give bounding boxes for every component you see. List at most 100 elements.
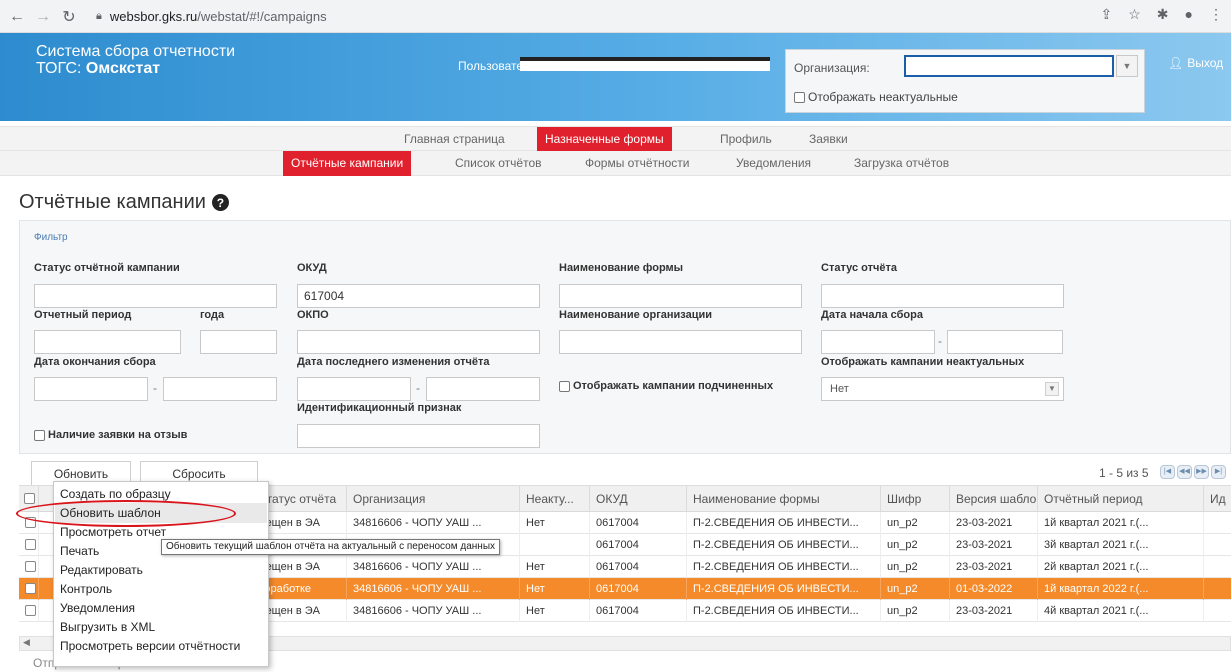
last-page-icon[interactable]: ▶| xyxy=(1211,465,1226,479)
header-col-id[interactable]: Ид xyxy=(1204,486,1231,512)
checkbox-icon[interactable] xyxy=(25,561,36,572)
checkbox-icon[interactable] xyxy=(25,605,36,616)
help-icon[interactable]: ? xyxy=(211,194,229,211)
cell-version: 01-03-2022 xyxy=(950,578,1038,600)
profile-icon[interactable]: ● xyxy=(1185,6,1193,23)
header-col-inactive[interactable]: Неакту... xyxy=(520,486,590,512)
cell-inactive xyxy=(520,534,590,556)
okpo-label: ОКПО xyxy=(297,309,329,321)
cell-inactive: Нет xyxy=(520,512,590,534)
header-col-code[interactable]: Шифр xyxy=(881,486,950,512)
end-date-from[interactable] xyxy=(34,377,148,401)
checkbox-icon[interactable] xyxy=(25,583,36,594)
row-checkbox[interactable] xyxy=(19,600,39,622)
cell-form: П-2.СВЕДЕНИЯ ОБ ИНВЕСТИ... xyxy=(687,578,881,600)
last-change-to[interactable] xyxy=(426,377,540,401)
menu-item-view-versions[interactable]: Просмотреть версии отчётности xyxy=(60,637,240,655)
annotation-red-ellipse xyxy=(16,500,236,527)
okud-input[interactable]: 617004 xyxy=(297,284,540,308)
scroll-left-icon[interactable]: ◀ xyxy=(23,637,30,648)
menu-item-edit[interactable]: Редактировать xyxy=(60,561,143,579)
year-input[interactable] xyxy=(200,330,277,354)
row-checkbox[interactable] xyxy=(19,556,39,578)
show-inactive-campaigns-select[interactable]: Нет ▼ xyxy=(821,377,1064,401)
nav-notifications[interactable]: Уведомления xyxy=(728,151,819,176)
header-col-okud[interactable]: ОКУД xyxy=(590,486,687,512)
show-subordinate-checkbox[interactable]: Отображать кампании подчиненных xyxy=(559,380,773,392)
first-page-icon[interactable]: |◀ xyxy=(1160,465,1175,479)
start-date-label: Дата начала сбора xyxy=(821,309,923,321)
form-name-input[interactable] xyxy=(559,284,802,308)
prev-page-icon[interactable]: ◀◀ xyxy=(1177,465,1192,479)
share-icon[interactable]: ⇪ xyxy=(1101,6,1113,23)
forward-arrow-icon[interactable]: → xyxy=(32,6,54,28)
menu-icon[interactable]: ⋮ xyxy=(1209,6,1223,23)
user-icon: 👤︎ xyxy=(1168,56,1184,70)
reload-icon[interactable]: ↻ xyxy=(58,6,80,28)
region-name: Омскстат xyxy=(85,60,161,77)
start-date-to[interactable] xyxy=(947,330,1063,354)
chevron-down-icon[interactable]: ▼ xyxy=(1045,382,1059,396)
nav-assigned-forms[interactable]: Назначенные формы xyxy=(537,127,672,152)
checkbox-icon[interactable] xyxy=(559,380,570,392)
lock-icon: 🔒︎ xyxy=(96,10,102,22)
back-arrow-icon[interactable]: ← xyxy=(6,6,28,28)
nav-upload-reports[interactable]: Загрузка отчётов xyxy=(846,151,957,176)
menu-item-control[interactable]: Контроль xyxy=(60,580,112,598)
organization-input[interactable] xyxy=(904,55,1114,77)
cell-okud: 0617004 xyxy=(590,600,687,622)
chevron-down-icon[interactable]: ▼ xyxy=(1116,55,1138,77)
cell-code: un_p2 xyxy=(881,600,950,622)
end-date-to[interactable] xyxy=(163,377,277,401)
extensions-icon[interactable]: ✱ xyxy=(1157,6,1169,23)
revocation-checkbox[interactable]: Наличие заявки на отзыв xyxy=(34,429,187,441)
show-inactive-checkbox[interactable]: Отображать неактуальные xyxy=(794,90,958,104)
organization-panel: Организация: ▼ Отображать неактуальные xyxy=(785,49,1145,113)
last-change-label: Дата последнего изменения отчёта xyxy=(297,356,490,368)
checkbox-icon[interactable] xyxy=(34,429,45,441)
row-checkbox[interactable] xyxy=(19,578,39,600)
nav-reports-list[interactable]: Список отчётов xyxy=(447,151,550,176)
nav-report-forms[interactable]: Формы отчётности xyxy=(577,151,698,176)
checkbox-icon[interactable] xyxy=(794,91,805,103)
campaign-status-input[interactable] xyxy=(34,284,277,308)
header-col-organization[interactable]: Организация xyxy=(347,486,520,512)
cell-period: 4й квартал 2021 г.(... xyxy=(1038,600,1204,622)
checkbox-icon[interactable] xyxy=(25,539,36,550)
nav-campaigns[interactable]: Отчётные кампании xyxy=(283,151,412,176)
ident-label: Идентификационный признак xyxy=(297,402,462,414)
year-label: года xyxy=(200,309,225,321)
campaign-status-label: Статус отчётной кампании xyxy=(34,262,180,274)
menu-item-notifications[interactable]: Уведомления xyxy=(60,599,135,617)
cell-form: П-2.СВЕДЕНИЯ ОБ ИНВЕСТИ... xyxy=(687,600,881,622)
header-col-period[interactable]: Отчётный период xyxy=(1038,486,1204,512)
org-name-input[interactable] xyxy=(559,330,802,354)
nav-requests[interactable]: Заявки xyxy=(801,127,856,152)
nav-home[interactable]: Главная страница xyxy=(396,127,513,152)
period-input[interactable] xyxy=(34,330,181,354)
cell-version: 23-03-2021 xyxy=(950,600,1038,622)
header-col-template-version[interactable]: Версия шабло... xyxy=(950,486,1038,512)
logout-button[interactable]: 👤︎ Выход xyxy=(1168,56,1223,70)
okpo-input[interactable] xyxy=(297,330,540,354)
star-icon[interactable]: ☆ xyxy=(1128,6,1141,23)
end-date-label: Дата окончания сбора xyxy=(34,356,156,368)
last-change-from[interactable] xyxy=(297,377,411,401)
row-checkbox[interactable] xyxy=(19,534,39,556)
user-name-redacted xyxy=(520,57,770,71)
ident-input[interactable] xyxy=(297,424,540,448)
nav-profile[interactable]: Профиль xyxy=(712,127,780,152)
menu-item-print[interactable]: Печать xyxy=(60,542,99,560)
address-bar[interactable]: 🔒︎ websbor.gks.ru/webstat/#!/campaigns xyxy=(96,4,1216,29)
cell-code: un_p2 xyxy=(881,512,950,534)
cell-inactive: Нет xyxy=(520,578,590,600)
header-col-form-name[interactable]: Наименование формы xyxy=(687,486,881,512)
filter-toggle-link[interactable]: Фильтр xyxy=(34,232,68,243)
cell-period: 2й квартал 2021 г.(... xyxy=(1038,556,1204,578)
start-date-from[interactable] xyxy=(821,330,935,354)
report-status-input[interactable] xyxy=(821,284,1064,308)
page-title: Отчётные кампании ? xyxy=(19,191,229,214)
menu-item-export-xml[interactable]: Выгрузить в XML xyxy=(60,618,155,636)
main-navigation: Главная страница Назначенные формы Профи… xyxy=(0,126,1231,152)
next-page-icon[interactable]: ▶▶ xyxy=(1194,465,1209,479)
